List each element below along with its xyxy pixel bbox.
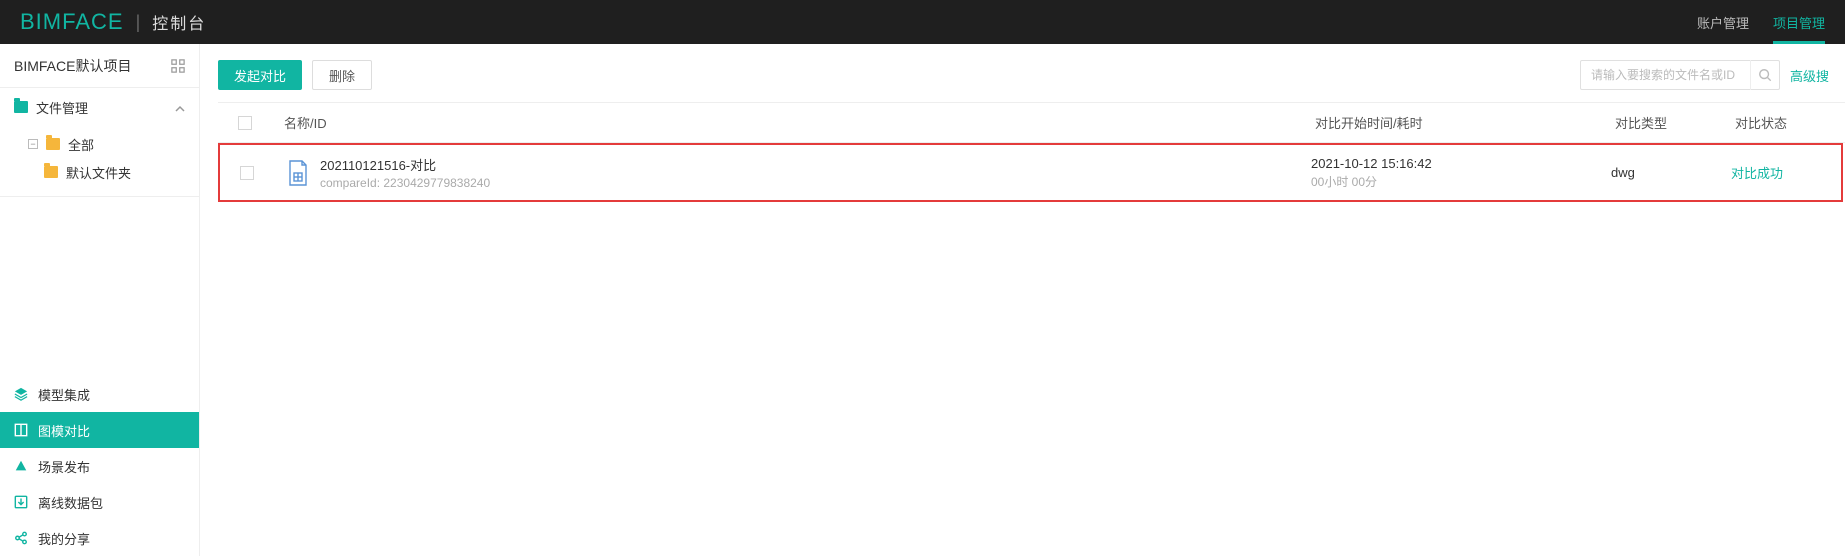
tree-file-mgmt[interactable]: 文件管理 [0, 88, 199, 126]
download-icon [14, 495, 28, 509]
nav-account[interactable]: 账户管理 [1697, 0, 1749, 44]
project-title: BIMFACE默认项目 [14, 56, 131, 76]
row-status: 对比成功 [1731, 163, 1841, 182]
th-name: 名称/ID [272, 113, 1315, 132]
sidebar: BIMFACE默认项目 文件管理 − [0, 44, 200, 556]
delete-button[interactable]: 删除 [312, 60, 372, 90]
select-all-checkbox[interactable] [238, 116, 252, 130]
grid-icon[interactable] [171, 59, 185, 73]
row-title: 202110121516-对比 [320, 155, 490, 174]
table-body: 202110121516-对比 compareId: 2230429779838… [218, 143, 1845, 202]
tree-item-label: 全部 [68, 135, 94, 154]
nav-project[interactable]: 项目管理 [1773, 0, 1825, 44]
project-header: BIMFACE默认项目 [0, 44, 199, 88]
row-checkbox[interactable] [240, 166, 254, 180]
logo: BIMFACE [20, 9, 124, 35]
sidebar-nav-label: 我的分享 [38, 529, 90, 548]
sidebar-nav-label: 模型集成 [38, 385, 90, 404]
tree-label-file-mgmt: 文件管理 [36, 98, 88, 117]
sidebar-nav-label: 图模对比 [38, 421, 90, 440]
row-type: dwg [1611, 165, 1731, 180]
toolbar: 发起对比 删除 高级搜 [218, 60, 1845, 90]
tree-collapse-icon[interactable]: − [28, 139, 38, 149]
sidebar-nav-offline-package[interactable]: 离线数据包 [0, 484, 199, 520]
folder-icon [14, 101, 28, 113]
advanced-search-link[interactable]: 高级搜 [1790, 66, 1829, 85]
logo-divider: | [136, 12, 141, 33]
layers-icon [14, 387, 28, 401]
compare-table: 名称/ID 对比开始时间/耗时 对比类型 对比状态 [218, 102, 1845, 202]
start-compare-button[interactable]: 发起对比 [218, 60, 302, 90]
search-icon[interactable] [1750, 60, 1780, 90]
tree-section: 文件管理 − 全部 默认文件夹 [0, 88, 199, 197]
topbar: BIMFACE | 控制台 账户管理 项目管理 [0, 0, 1845, 44]
th-time: 对比开始时间/耗时 [1315, 113, 1615, 132]
logo-suffix: 控制台 [152, 10, 206, 34]
sidebar-nav-scene-publish[interactable]: 场景发布 [0, 448, 199, 484]
th-type: 对比类型 [1615, 113, 1735, 132]
logo-block: BIMFACE | 控制台 [20, 9, 206, 35]
table-row[interactable]: 202110121516-对比 compareId: 2230429779838… [218, 143, 1843, 202]
tree-item-default-folder[interactable]: 默认文件夹 [0, 158, 199, 186]
th-status: 对比状态 [1735, 113, 1845, 132]
main-content: 发起对比 删除 高级搜 名称/ID 对比开始时间/耗时 对比类型 对比状态 [200, 44, 1845, 556]
compare-icon [14, 423, 28, 437]
share-icon [14, 531, 28, 545]
sidebar-nav-compare[interactable]: 图模对比 [0, 412, 199, 448]
tree-item-all[interactable]: − 全部 [0, 130, 199, 158]
row-time: 2021-10-12 15:16:42 [1311, 156, 1611, 171]
topbar-nav: 账户管理 项目管理 [1697, 0, 1825, 44]
tree-item-label: 默认文件夹 [66, 163, 131, 182]
row-compare-id: compareId: 2230429779838240 [320, 176, 490, 190]
sidebar-nav-label: 场景发布 [38, 457, 90, 476]
folder-yellow-icon [46, 138, 60, 150]
folder-yellow-icon [44, 166, 58, 178]
sidebar-nav-model-integrate[interactable]: 模型集成 [0, 376, 199, 412]
chevron-up-icon [175, 102, 185, 112]
file-compare-icon [286, 159, 310, 187]
triangle-up-icon [14, 459, 28, 473]
search-wrap [1580, 60, 1780, 90]
row-duration: 00小时 00分 [1311, 173, 1611, 190]
table-header: 名称/ID 对比开始时间/耗时 对比类型 对比状态 [218, 103, 1845, 143]
sidebar-nav-label: 离线数据包 [38, 493, 103, 512]
sidebar-nav-my-share[interactable]: 我的分享 [0, 520, 199, 556]
